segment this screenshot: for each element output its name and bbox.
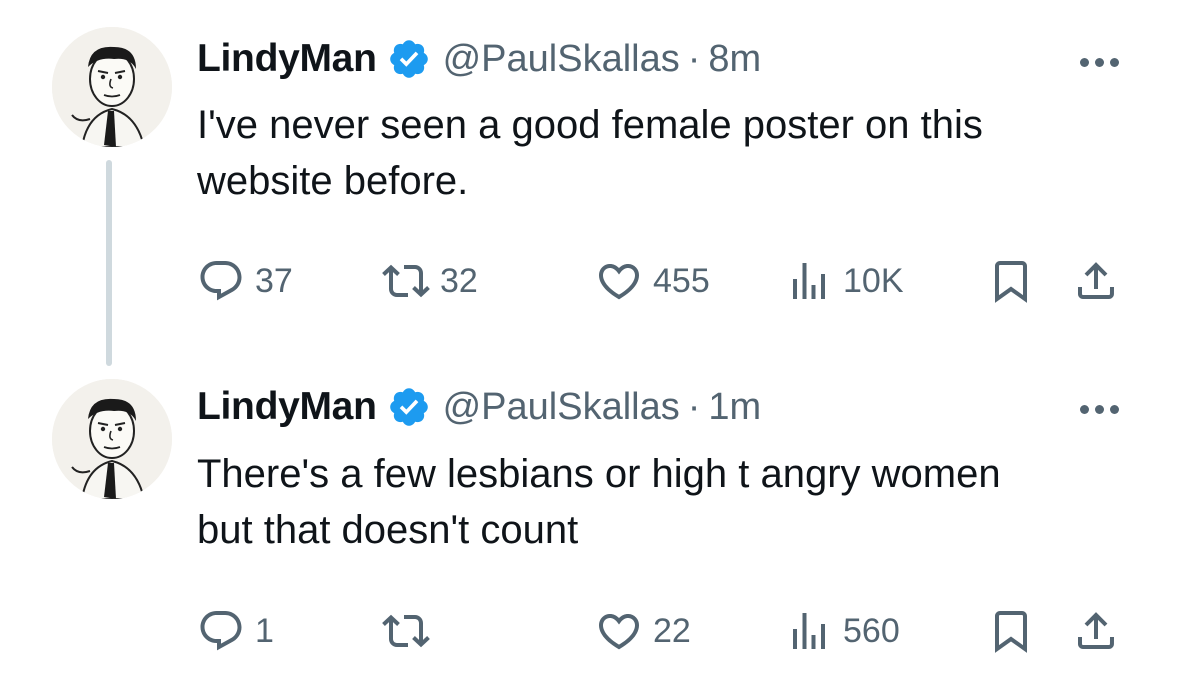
tweet-text-line: I've never seen a good female poster on … (197, 103, 983, 147)
like-heart-icon (595, 607, 643, 655)
user-handle[interactable]: @PaulSkallas (443, 386, 680, 429)
display-name[interactable]: LindyMan (197, 385, 377, 429)
avatar[interactable] (52, 379, 172, 499)
action-bar: 1 22 560 (197, 605, 1137, 657)
reply-count: 1 (255, 611, 274, 650)
share-icon (1072, 607, 1120, 655)
views-button[interactable]: 10K (785, 255, 904, 307)
like-count: 22 (653, 611, 691, 650)
views-chart-icon (785, 257, 833, 305)
tweet-header: LindyMan @PaulSkallas · 8m (197, 34, 761, 84)
tweet-text-line: website before. (197, 159, 469, 203)
retweet-button[interactable]: 32 (382, 255, 478, 307)
bookmark-button[interactable] (987, 255, 1035, 307)
separator-dot: · (687, 385, 701, 428)
reply-icon (197, 607, 245, 655)
views-chart-icon (785, 607, 833, 655)
tweet-header: LindyMan @PaulSkallas · 1m (197, 382, 761, 432)
tweet[interactable]: LindyMan @PaulSkallas · 1m There's a few… (0, 355, 1179, 687)
like-heart-icon (595, 257, 643, 305)
share-button[interactable] (1072, 255, 1120, 307)
like-button[interactable]: 455 (595, 255, 710, 307)
reply-icon (197, 257, 245, 305)
bookmark-button[interactable] (987, 605, 1035, 657)
bookmark-icon (987, 257, 1035, 305)
like-button[interactable]: 22 (595, 605, 691, 657)
retweet-icon (382, 257, 430, 305)
tweet-text-line: There's a few lesbians or high t angry w… (197, 452, 1001, 496)
display-name[interactable]: LindyMan (197, 37, 377, 81)
more-options-icon[interactable] (1080, 405, 1119, 414)
retweet-button[interactable] (382, 605, 440, 657)
verified-badge-icon (387, 385, 431, 429)
tweet-text: I've never seen a good female poster on … (197, 97, 1137, 209)
share-button[interactable] (1072, 605, 1120, 657)
tweet-thread: LindyMan @PaulSkallas · 8m I've never se… (0, 0, 1179, 687)
bookmark-icon (987, 607, 1035, 655)
tweet[interactable]: LindyMan @PaulSkallas · 8m I've never se… (0, 0, 1179, 360)
tweet-text: There's a few lesbians or high t angry w… (197, 446, 1137, 558)
reply-button[interactable]: 37 (197, 255, 293, 307)
timestamp[interactable]: 8m (708, 38, 761, 81)
views-button[interactable]: 560 (785, 605, 900, 657)
retweet-icon (382, 607, 430, 655)
view-count: 560 (843, 611, 900, 650)
retweet-count: 32 (440, 261, 478, 300)
share-icon (1072, 257, 1120, 305)
reply-count: 37 (255, 261, 293, 300)
action-bar: 37 32 455 10K (197, 255, 1137, 307)
reply-button[interactable]: 1 (197, 605, 274, 657)
user-handle[interactable]: @PaulSkallas (443, 38, 680, 81)
separator-dot: · (687, 37, 701, 80)
verified-badge-icon (387, 37, 431, 81)
avatar[interactable] (52, 27, 172, 147)
timestamp[interactable]: 1m (708, 386, 761, 429)
tweet-text-line: but that doesn't count (197, 508, 579, 552)
like-count: 455 (653, 261, 710, 300)
view-count: 10K (843, 261, 904, 300)
more-options-icon[interactable] (1080, 58, 1119, 67)
